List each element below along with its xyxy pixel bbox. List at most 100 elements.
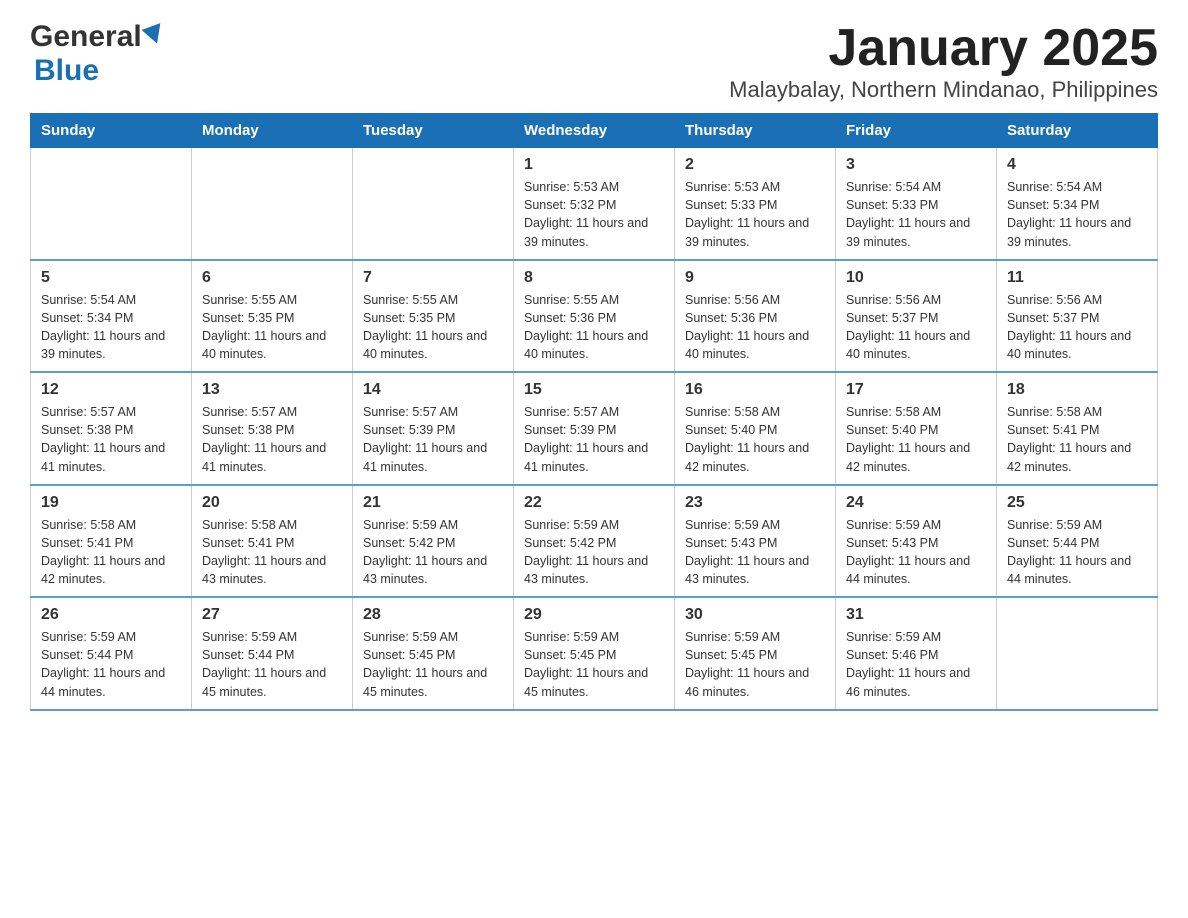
day-number: 7 bbox=[363, 269, 503, 287]
day-info: Sunrise: 5:58 AMSunset: 5:41 PMDaylight:… bbox=[41, 516, 181, 589]
day-info: Sunrise: 5:55 AMSunset: 5:35 PMDaylight:… bbox=[363, 291, 503, 364]
logo-general-text: General bbox=[30, 20, 142, 54]
day-number: 20 bbox=[202, 494, 342, 512]
calendar-cell: 22 Sunrise: 5:59 AMSunset: 5:42 PMDayligh… bbox=[514, 485, 675, 598]
day-info: Sunrise: 5:56 AMSunset: 5:37 PMDaylight:… bbox=[846, 291, 986, 364]
calendar-cell: 25 Sunrise: 5:59 AMSunset: 5:44 PMDayligh… bbox=[997, 485, 1158, 598]
day-info: Sunrise: 5:59 AMSunset: 5:45 PMDaylight:… bbox=[363, 628, 503, 701]
day-number: 4 bbox=[1007, 156, 1147, 174]
calendar-cell: 5 Sunrise: 5:54 AMSunset: 5:34 PMDaylight… bbox=[31, 260, 192, 373]
day-number: 14 bbox=[363, 381, 503, 399]
day-number: 27 bbox=[202, 606, 342, 624]
day-number: 23 bbox=[685, 494, 825, 512]
day-number: 8 bbox=[524, 269, 664, 287]
day-info: Sunrise: 5:59 AMSunset: 5:44 PMDaylight:… bbox=[202, 628, 342, 701]
calendar-week-row: 26Sunrise: 5:59 AMSunset: 5:44 PMDayligh… bbox=[31, 597, 1158, 710]
day-info: Sunrise: 5:59 AMSunset: 5:43 PMDaylight:… bbox=[846, 516, 986, 589]
day-info: Sunrise: 5:59 AMSunset: 5:46 PMDaylight:… bbox=[846, 628, 986, 701]
day-info: Sunrise: 5:58 AMSunset: 5:40 PMDaylight:… bbox=[846, 403, 986, 476]
calendar-week-row: 12 Sunrise: 5:57 AMSunset: 5:38 PMDayligh… bbox=[31, 372, 1158, 485]
title-block: January 2025 Malaybalay, Northern Mindan… bbox=[729, 20, 1158, 103]
calendar-cell bbox=[353, 148, 514, 260]
calendar-cell: 8Sunrise: 5:55 AMSunset: 5:36 PMDaylight… bbox=[514, 260, 675, 373]
calendar-cell bbox=[192, 148, 353, 260]
day-number: 31 bbox=[846, 606, 986, 624]
day-info: Sunrise: 5:59 AMSunset: 5:42 PMDaylight:… bbox=[363, 516, 503, 589]
day-info: Sunrise: 5:59 AMSunset: 5:42 PMDaylight:… bbox=[524, 516, 664, 589]
day-info: Sunrise: 5:58 AMSunset: 5:41 PMDaylight:… bbox=[1007, 403, 1147, 476]
calendar-week-row: 1Sunrise: 5:53 AMSunset: 5:32 PMDaylight… bbox=[31, 148, 1158, 260]
calendar-cell bbox=[31, 148, 192, 260]
calendar-cell: 26Sunrise: 5:59 AMSunset: 5:44 PMDayligh… bbox=[31, 597, 192, 710]
calendar-header: SundayMondayTuesdayWednesdayThursdayFrid… bbox=[31, 114, 1158, 148]
day-number: 12 bbox=[41, 381, 181, 399]
day-info: Sunrise: 5:59 AMSunset: 5:45 PMDaylight:… bbox=[685, 628, 825, 701]
calendar-cell: 18 Sunrise: 5:58 AMSunset: 5:41 PMDayligh… bbox=[997, 372, 1158, 485]
day-number: 3 bbox=[846, 156, 986, 174]
header-monday: Monday bbox=[192, 114, 353, 148]
day-number: 19 bbox=[41, 494, 181, 512]
day-info: Sunrise: 5:59 AMSunset: 5:44 PMDaylight:… bbox=[1007, 516, 1147, 589]
calendar-body: 1Sunrise: 5:53 AMSunset: 5:32 PMDaylight… bbox=[31, 148, 1158, 710]
calendar-cell: 6 Sunrise: 5:55 AMSunset: 5:35 PMDaylight… bbox=[192, 260, 353, 373]
day-info: Sunrise: 5:57 AMSunset: 5:38 PMDaylight:… bbox=[202, 403, 342, 476]
day-number: 30 bbox=[685, 606, 825, 624]
calendar-cell: 30 Sunrise: 5:59 AMSunset: 5:45 PMDayligh… bbox=[675, 597, 836, 710]
calendar-cell: 10 Sunrise: 5:56 AMSunset: 5:37 PMDayligh… bbox=[836, 260, 997, 373]
calendar-cell: 24 Sunrise: 5:59 AMSunset: 5:43 PMDayligh… bbox=[836, 485, 997, 598]
logo: General Blue bbox=[30, 20, 164, 88]
day-number: 5 bbox=[41, 269, 181, 287]
logo-triangle-icon bbox=[141, 23, 166, 47]
day-number: 10 bbox=[846, 269, 986, 287]
calendar-week-row: 5 Sunrise: 5:54 AMSunset: 5:34 PMDaylight… bbox=[31, 260, 1158, 373]
day-number: 11 bbox=[1007, 269, 1147, 287]
day-number: 2 bbox=[685, 156, 825, 174]
header-sunday: Sunday bbox=[31, 114, 192, 148]
day-info: Sunrise: 5:56 AMSunset: 5:36 PMDaylight:… bbox=[685, 291, 825, 364]
day-number: 28 bbox=[363, 606, 503, 624]
calendar-cell: 2 Sunrise: 5:53 AMSunset: 5:33 PMDaylight… bbox=[675, 148, 836, 260]
calendar-cell: 7 Sunrise: 5:55 AMSunset: 5:35 PMDaylight… bbox=[353, 260, 514, 373]
calendar-week-row: 19 Sunrise: 5:58 AMSunset: 5:41 PMDayligh… bbox=[31, 485, 1158, 598]
day-number: 9 bbox=[685, 269, 825, 287]
calendar-cell: 29 Sunrise: 5:59 AMSunset: 5:45 PMDayligh… bbox=[514, 597, 675, 710]
day-info: Sunrise: 5:54 AMSunset: 5:34 PMDaylight:… bbox=[41, 291, 181, 364]
calendar-cell: 21 Sunrise: 5:59 AMSunset: 5:42 PMDayligh… bbox=[353, 485, 514, 598]
day-info: Sunrise: 5:55 AMSunset: 5:35 PMDaylight:… bbox=[202, 291, 342, 364]
day-info: Sunrise: 5:58 AMSunset: 5:41 PMDaylight:… bbox=[202, 516, 342, 589]
day-info: Sunrise: 5:59 AMSunset: 5:43 PMDaylight:… bbox=[685, 516, 825, 589]
calendar-cell: 27 Sunrise: 5:59 AMSunset: 5:44 PMDayligh… bbox=[192, 597, 353, 710]
day-number: 15 bbox=[524, 381, 664, 399]
page-subtitle: Malaybalay, Northern Mindanao, Philippin… bbox=[729, 77, 1158, 103]
day-info: Sunrise: 5:57 AMSunset: 5:38 PMDaylight:… bbox=[41, 403, 181, 476]
day-info: Sunrise: 5:58 AMSunset: 5:40 PMDaylight:… bbox=[685, 403, 825, 476]
calendar-cell: 11Sunrise: 5:56 AMSunset: 5:37 PMDayligh… bbox=[997, 260, 1158, 373]
calendar-table: SundayMondayTuesdayWednesdayThursdayFrid… bbox=[30, 113, 1158, 711]
header-saturday: Saturday bbox=[997, 114, 1158, 148]
day-info: Sunrise: 5:59 AMSunset: 5:44 PMDaylight:… bbox=[41, 628, 181, 701]
calendar-cell: 20 Sunrise: 5:58 AMSunset: 5:41 PMDayligh… bbox=[192, 485, 353, 598]
day-info: Sunrise: 5:57 AMSunset: 5:39 PMDaylight:… bbox=[363, 403, 503, 476]
day-number: 25 bbox=[1007, 494, 1147, 512]
calendar-cell: 17 Sunrise: 5:58 AMSunset: 5:40 PMDayligh… bbox=[836, 372, 997, 485]
day-number: 6 bbox=[202, 269, 342, 287]
calendar-cell: 14 Sunrise: 5:57 AMSunset: 5:39 PMDayligh… bbox=[353, 372, 514, 485]
calendar-cell: 23 Sunrise: 5:59 AMSunset: 5:43 PMDayligh… bbox=[675, 485, 836, 598]
day-info: Sunrise: 5:54 AMSunset: 5:34 PMDaylight:… bbox=[1007, 178, 1147, 251]
calendar-cell bbox=[997, 597, 1158, 710]
calendar-cell: 19 Sunrise: 5:58 AMSunset: 5:41 PMDayligh… bbox=[31, 485, 192, 598]
page-title: January 2025 bbox=[729, 20, 1158, 77]
day-info: Sunrise: 5:59 AMSunset: 5:45 PMDaylight:… bbox=[524, 628, 664, 701]
calendar-cell: 16Sunrise: 5:58 AMSunset: 5:40 PMDayligh… bbox=[675, 372, 836, 485]
day-number: 29 bbox=[524, 606, 664, 624]
day-number: 21 bbox=[363, 494, 503, 512]
day-info: Sunrise: 5:53 AMSunset: 5:33 PMDaylight:… bbox=[685, 178, 825, 251]
calendar-cell: 4 Sunrise: 5:54 AMSunset: 5:34 PMDaylight… bbox=[997, 148, 1158, 260]
calendar-cell: 13Sunrise: 5:57 AMSunset: 5:38 PMDayligh… bbox=[192, 372, 353, 485]
day-info: Sunrise: 5:57 AMSunset: 5:39 PMDaylight:… bbox=[524, 403, 664, 476]
calendar-cell: 15 Sunrise: 5:57 AMSunset: 5:39 PMDayligh… bbox=[514, 372, 675, 485]
day-number: 22 bbox=[524, 494, 664, 512]
day-number: 17 bbox=[846, 381, 986, 399]
day-number: 24 bbox=[846, 494, 986, 512]
day-number: 18 bbox=[1007, 381, 1147, 399]
